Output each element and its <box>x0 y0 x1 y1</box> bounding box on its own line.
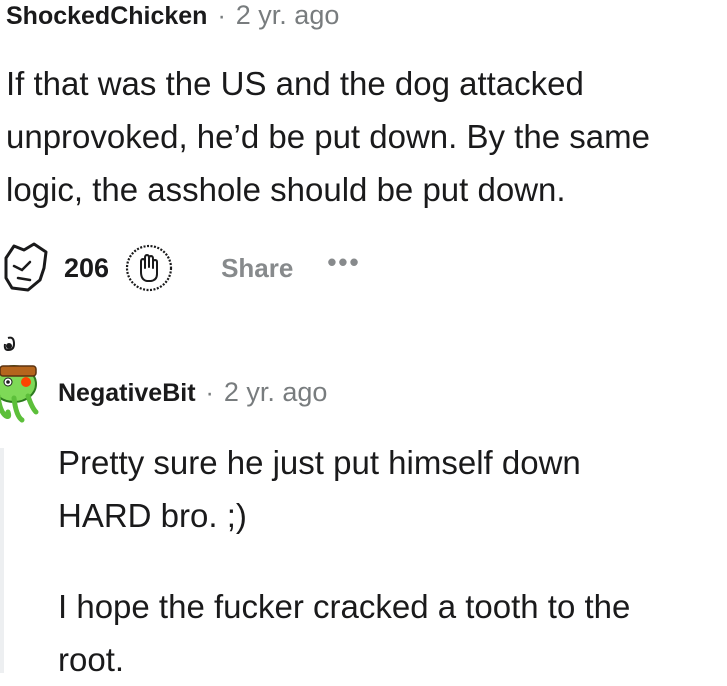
comment-1-line: If that was the US and the dog attacked <box>6 65 584 102</box>
comment-2-line: root. <box>58 641 125 678</box>
comment-2-line: HARD bro. ;) <box>58 497 247 534</box>
comment-2-age[interactable]: 2 yr. ago <box>224 377 328 408</box>
comment-1-line: logic, the asshole should be put down. <box>6 171 566 208</box>
comment-1-age[interactable]: 2 yr. ago <box>236 0 340 31</box>
vote-count: 206 <box>64 252 110 283</box>
comment-1-body: If that was the US and the dog attacked … <box>6 57 650 216</box>
comment-2-meta: NegativeBit · 2 yr. ago <box>58 377 327 408</box>
comment-1-username[interactable]: ShockedChicken <box>6 2 207 31</box>
thread-line[interactable] <box>0 448 4 673</box>
comment-2-line: I hope the fucker cracked a tooth to the <box>58 588 631 625</box>
more-options-button[interactable]: ••• <box>327 247 360 278</box>
comment-2-body: Pretty sure he just put himself down HAR… <box>58 436 630 686</box>
comment-2-username[interactable]: NegativeBit <box>58 379 196 408</box>
share-button[interactable]: Share <box>221 253 293 284</box>
snoo-avatar-icon <box>0 336 39 423</box>
comment-2-separator: · <box>205 379 214 407</box>
comment-1-line: unprovoked, he’d be put down. By the sam… <box>6 118 650 155</box>
comment-2-line: Pretty sure he just put himself down <box>58 444 581 481</box>
comment-1-actions: 206 Share ••• <box>0 240 361 296</box>
comment-1-meta: ShockedChicken · 2 yr. ago <box>6 0 339 31</box>
avatar[interactable] <box>0 336 40 428</box>
upvote-arrow-icon[interactable] <box>0 240 52 296</box>
award-hand-icon[interactable] <box>123 242 175 294</box>
comment-1-separator: · <box>217 2 226 30</box>
